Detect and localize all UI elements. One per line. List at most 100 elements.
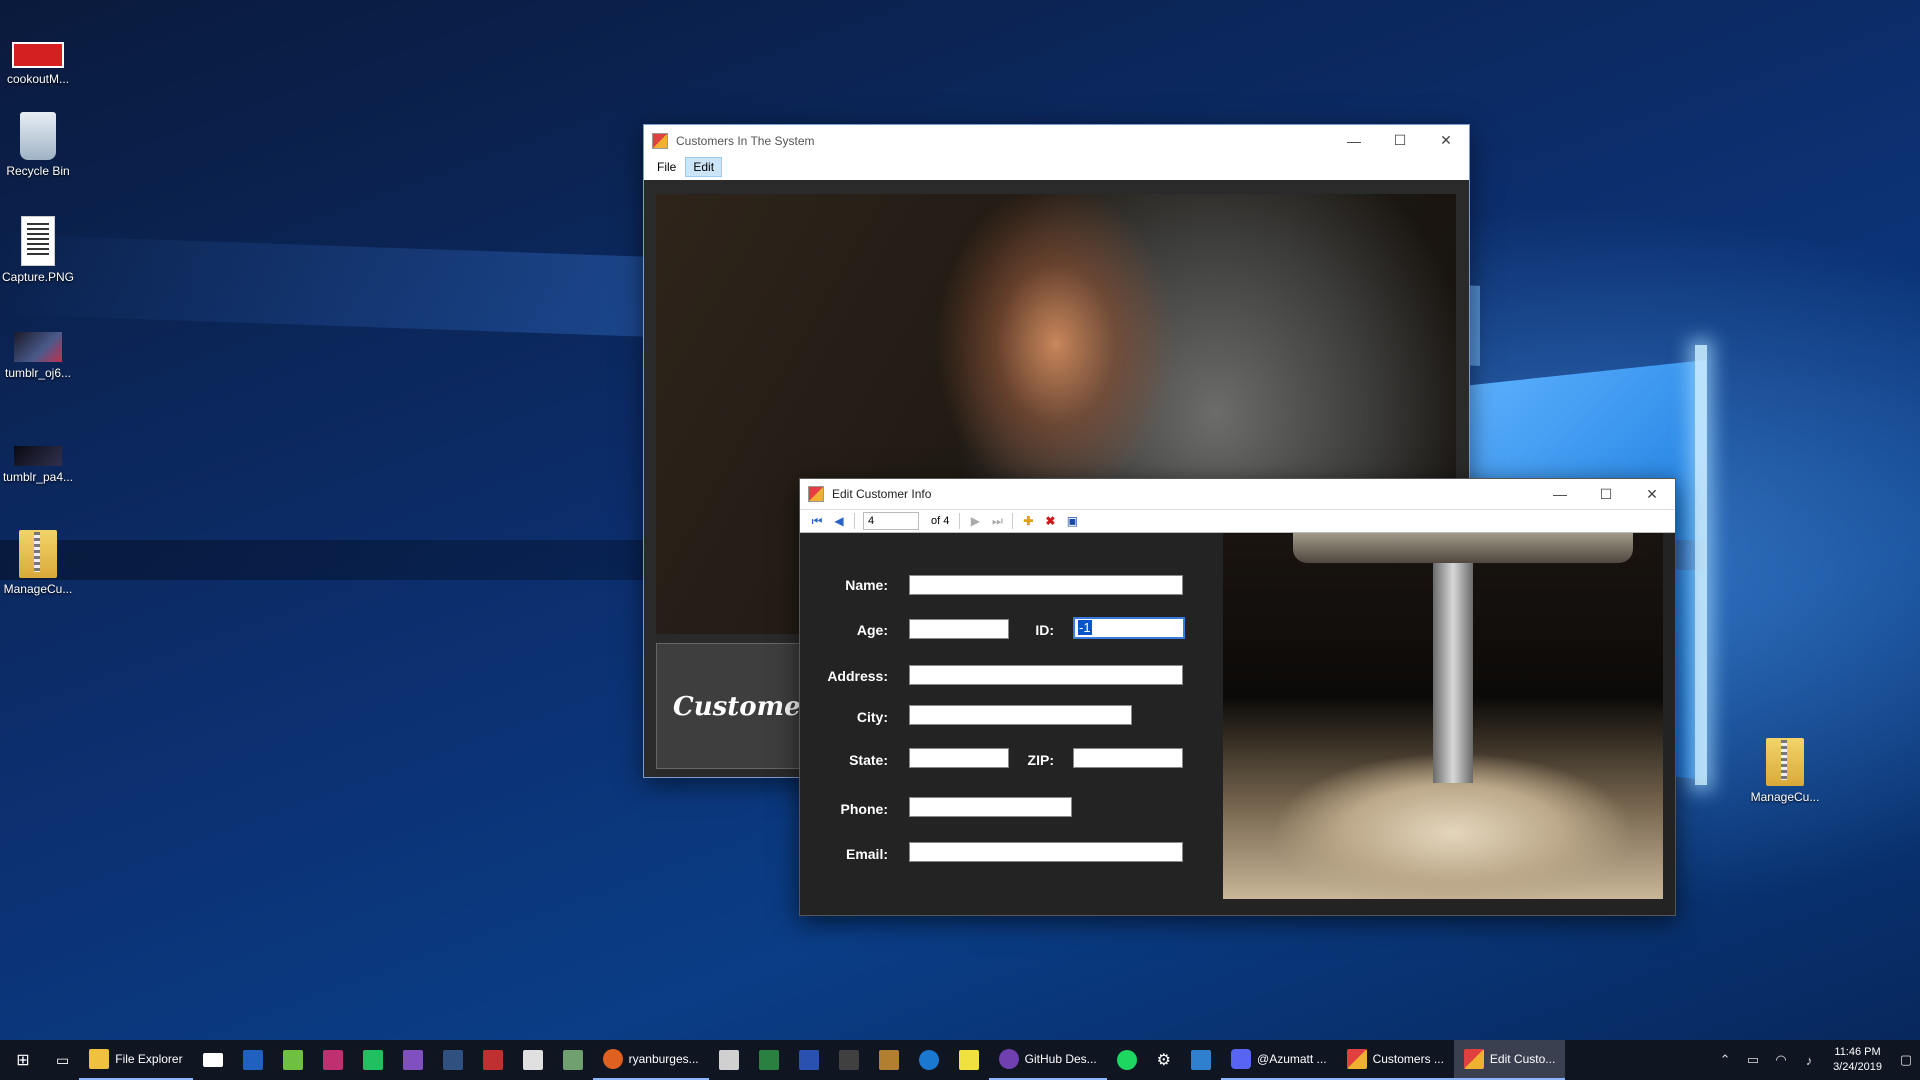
task-view-button[interactable]: ▭ <box>46 1040 79 1080</box>
image-file-icon <box>12 42 64 68</box>
taskbar-calculator[interactable] <box>709 1040 749 1080</box>
taskbar-spotify[interactable] <box>1107 1040 1147 1080</box>
name-label: Name: <box>845 577 888 593</box>
customers-window-titlebar[interactable]: Customers In The System — ☐ ✕ <box>644 125 1469 156</box>
id-field-value: -1 <box>1078 620 1092 635</box>
desktop-icon-managecu-right[interactable]: ManageCu... <box>1742 738 1828 804</box>
taskbar-settings[interactable]: ⚙ <box>1147 1040 1181 1080</box>
clock[interactable]: 11:46 PM 3/24/2019 <box>1823 1045 1892 1075</box>
taskbar-visio[interactable] <box>789 1040 829 1080</box>
taskbar-project[interactable] <box>749 1040 789 1080</box>
taskbar-discord[interactable]: @Azumatt ... <box>1221 1040 1337 1080</box>
project-icon <box>758 1050 779 1070</box>
city-field[interactable] <box>909 705 1132 725</box>
windows-logo-glow <box>1695 345 1707 785</box>
move-previous-icon[interactable]: ◀ <box>828 511 850 531</box>
wifi-icon[interactable]: ◠ <box>1767 1052 1795 1068</box>
taskbar-photos[interactable] <box>553 1040 593 1080</box>
address-field[interactable] <box>909 665 1183 685</box>
desktop-icon-capture[interactable]: Capture.PNG <box>0 216 81 284</box>
delete-icon[interactable]: ✖ <box>1039 511 1061 531</box>
desktop-icon-label: tumblr_oj6... <box>4 366 72 380</box>
menu-edit[interactable]: Edit <box>685 157 723 177</box>
address-label: Address: <box>827 668 888 684</box>
taskbar-terminal[interactable] <box>829 1040 869 1080</box>
calculator-icon <box>718 1050 739 1070</box>
desktop-icon-label: Recycle Bin <box>6 164 70 178</box>
visual-studio-icon <box>402 1050 423 1070</box>
move-last-icon[interactable]: ⏭ <box>986 511 1008 531</box>
desktop-icon-tumblr-oj6[interactable]: tumblr_oj6... <box>0 322 81 380</box>
close-button[interactable]: ✕ <box>1629 479 1675 509</box>
taskbar-sql-tool[interactable] <box>433 1040 473 1080</box>
taskbar-label: File Explorer <box>115 1052 183 1066</box>
name-field[interactable] <box>909 575 1183 595</box>
zip-folder-icon <box>19 530 57 578</box>
desktop-icon-recycle-bin[interactable]: Recycle Bin <box>0 112 81 178</box>
position-input[interactable]: 4 <box>863 512 919 530</box>
taskbar-intellij[interactable] <box>313 1040 353 1080</box>
taskbar-customers[interactable]: Customers ... <box>1336 1040 1454 1080</box>
email-field[interactable] <box>909 842 1183 862</box>
desktop-icon-managecu[interactable]: ManageCu... <box>0 530 81 596</box>
desktop-icon-tumblr-pa4[interactable]: tumblr_pa4... <box>0 426 81 484</box>
window-title: Customers In The System <box>676 133 815 148</box>
edge-icon <box>918 1050 939 1070</box>
desktop-icon-label: tumblr_pa4... <box>2 470 74 484</box>
maximize-button[interactable]: ☐ <box>1583 479 1629 509</box>
system-tray: ⌃ ▭ ◠ ♪ 11:46 PM 3/24/2019 ▢ <box>1711 1040 1920 1080</box>
chevron-up-icon[interactable]: ⌃ <box>1711 1052 1739 1068</box>
minimize-button[interactable]: — <box>1537 479 1583 509</box>
age-label: Age: <box>856 622 888 638</box>
taskbar-notepad[interactable] <box>273 1040 313 1080</box>
add-new-icon[interactable]: ✚ <box>1017 511 1039 531</box>
taskbar-sticky-notes[interactable] <box>949 1040 989 1080</box>
state-label: State: <box>849 752 888 768</box>
taskbar-firefox[interactable]: ryanburges... <box>592 1040 709 1080</box>
maximize-button[interactable]: ☐ <box>1377 125 1423 156</box>
taskbar-visual-studio[interactable] <box>393 1040 433 1080</box>
taskbar-powershell[interactable] <box>233 1040 273 1080</box>
volume-icon[interactable]: ♪ <box>1795 1053 1823 1068</box>
taskbar-edit-customer[interactable]: Edit Custo... <box>1453 1040 1566 1080</box>
terminal-icon <box>838 1050 859 1070</box>
taskbar: ⊞ ▭ File Explorer ryanburges... GitHub D… <box>0 1040 1920 1080</box>
start-button[interactable]: ⊞ <box>0 1040 46 1080</box>
notifications-icon[interactable]: ▢ <box>1892 1052 1920 1068</box>
desktop-icon-cookout[interactable]: cookoutM... <box>0 28 81 86</box>
mail-icon <box>202 1053 223 1067</box>
taskbar-label: ryanburges... <box>628 1052 699 1066</box>
taskbar-dosbox[interactable] <box>869 1040 909 1080</box>
save-icon[interactable]: ▣ <box>1061 511 1083 531</box>
photos-icon <box>562 1050 583 1070</box>
sticky-notes-icon <box>958 1050 979 1070</box>
taskbar-file-explorer[interactable]: File Explorer <box>79 1040 193 1080</box>
desktop-icon-label: cookoutM... <box>6 72 70 86</box>
taskbar-github-desktop[interactable]: GitHub Des... <box>988 1040 1107 1080</box>
menu-file[interactable]: File <box>650 158 683 176</box>
battery-icon[interactable]: ▭ <box>1739 1052 1767 1068</box>
taskbar-label: Edit Custo... <box>1489 1052 1556 1066</box>
close-button[interactable]: ✕ <box>1423 125 1469 156</box>
edit-window-titlebar[interactable]: Edit Customer Info — ☐ ✕ <box>800 479 1675 509</box>
taskbar-edge[interactable] <box>909 1040 949 1080</box>
id-field[interactable]: -1 <box>1073 617 1185 639</box>
edit-form: Name: Age: ID: -1 Address: City: State: … <box>800 533 1675 915</box>
move-first-icon[interactable]: ⏮ <box>806 511 828 531</box>
desktop-icon-label: Capture.PNG <box>1 270 75 284</box>
taskbar-mail[interactable] <box>193 1040 233 1080</box>
minimize-button[interactable]: — <box>1331 125 1377 156</box>
taskbar-calendar[interactable] <box>513 1040 553 1080</box>
id-label: ID: <box>1035 622 1054 638</box>
zip-field[interactable] <box>1073 748 1183 768</box>
desktop-icon-label: ManageCu... <box>1750 790 1820 804</box>
taskbar-pycharm[interactable] <box>353 1040 393 1080</box>
menu-bar: File Edit <box>644 156 1469 178</box>
taskbar-app[interactable] <box>1181 1040 1221 1080</box>
edit-customer-window[interactable]: Edit Customer Info — ☐ ✕ ⏮ ◀ 4 of 4 ▶ ⏭ … <box>799 478 1676 916</box>
taskbar-label: @Azumatt ... <box>1257 1052 1327 1066</box>
taskbar-access[interactable] <box>473 1040 513 1080</box>
move-next-icon[interactable]: ▶ <box>964 511 986 531</box>
phone-field[interactable] <box>909 797 1072 817</box>
intellij-icon <box>322 1050 343 1070</box>
